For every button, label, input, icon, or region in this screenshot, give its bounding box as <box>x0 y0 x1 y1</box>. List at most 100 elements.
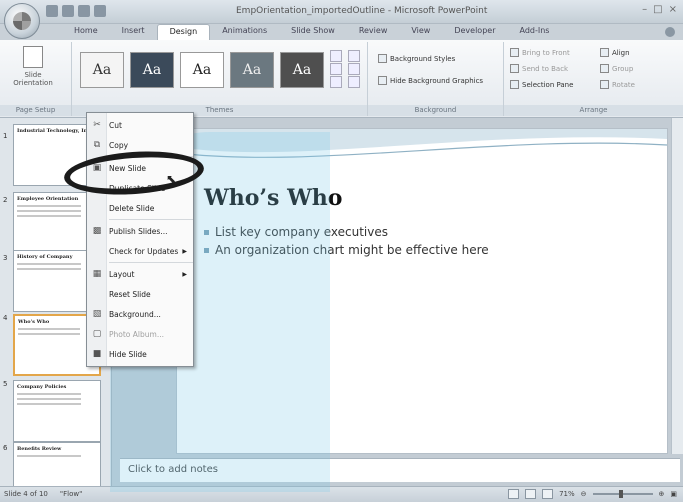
slide-swoosh-decoration <box>177 129 667 158</box>
background-styles-label: Background Styles <box>390 54 456 63</box>
thumbnail-line <box>17 210 81 212</box>
menu-item-label: Photo Album... <box>109 329 164 339</box>
close-icon[interactable]: × <box>669 4 677 15</box>
slide-count: Slide 4 of 10 <box>4 490 48 498</box>
menu-item-label: Delete Slide <box>109 203 155 213</box>
bring-to-front-button[interactable]: Bring to Front <box>510 48 570 57</box>
thumbnail-line <box>17 263 81 265</box>
themes-more[interactable] <box>330 76 342 88</box>
thumbnail-title: Company Policies <box>17 384 67 390</box>
tab-view[interactable]: View <box>399 24 442 40</box>
slide-show-view-icon[interactable] <box>542 489 554 499</box>
context-menu: ✂ Cut ⧉ Copy ▣ New Slide Duplicate Slide De… <box>86 112 194 367</box>
themes-scroll <box>330 50 342 88</box>
arrange-label: Arrange <box>504 105 683 116</box>
theme-2[interactable]: Aa <box>130 52 174 88</box>
thumbnail-line <box>17 205 81 207</box>
slide-orientation-label: Slide Orientation <box>13 71 53 87</box>
align-button[interactable]: Align <box>600 48 630 57</box>
layout-icon: ▦ <box>92 269 102 279</box>
theme-colors-button[interactable] <box>348 50 360 62</box>
theme-4[interactable]: Aa <box>230 52 274 88</box>
status-bar: Slide 4 of 10 "Flow" 71% ⊖ ⊕ ▣ <box>0 486 683 502</box>
help-icon[interactable] <box>665 27 675 37</box>
background-label: Background <box>368 105 503 116</box>
thumbnail-line <box>17 455 81 457</box>
menu-item-check-updates[interactable]: Check for Updates ▶ <box>87 241 193 261</box>
tab-design[interactable]: Design <box>156 24 211 40</box>
menu-item-cut[interactable]: ✂ Cut <box>87 115 193 135</box>
background-group: Background Styles Hide Background Graphi… <box>368 42 504 116</box>
fit-to-window-icon[interactable]: ▣ <box>670 490 677 498</box>
tab-home[interactable]: Home <box>62 24 110 40</box>
menu-item-reset-slide[interactable]: Reset Slide <box>87 284 193 304</box>
submenu-arrow-icon: ▶ <box>182 247 187 255</box>
send-to-back-icon <box>510 64 519 73</box>
theme-office[interactable]: Aa <box>80 52 124 88</box>
menu-item-photo-album[interactable]: ▢ Photo Album... <box>87 324 193 344</box>
theme-effects-button[interactable] <box>348 76 360 88</box>
menu-separator <box>109 262 193 263</box>
notes-pane[interactable]: Click to add notes <box>120 458 680 482</box>
minimize-icon[interactable]: – <box>642 4 647 15</box>
arrange-group: Bring to Front Send to Back Selection Pa… <box>504 42 683 116</box>
group-button[interactable]: Group <box>600 64 633 73</box>
menu-item-hide-slide[interactable]: ■ Hide Slide <box>87 344 193 364</box>
tab-review[interactable]: Review <box>347 24 400 40</box>
thumbnail-line <box>17 403 81 405</box>
tab-developer[interactable]: Developer <box>442 24 507 40</box>
zoom-in-icon[interactable]: ⊕ <box>659 490 665 498</box>
scissors-icon: ✂ <box>93 120 101 130</box>
slide-canvas[interactable]: Who’s Who List key company executives An… <box>176 128 668 454</box>
zoom-slider[interactable] <box>592 490 653 498</box>
tab-slide-show[interactable]: Slide Show <box>279 24 347 40</box>
photo-icon: ▢ <box>92 329 102 339</box>
menu-item-publish-slides[interactable]: ▩ Publish Slides... <box>87 221 193 241</box>
menu-item-layout[interactable]: ▦ Layout ▶ <box>87 264 193 284</box>
vertical-scrollbar[interactable] <box>671 118 683 454</box>
selection-pane-button[interactable]: Selection Pane <box>510 80 573 89</box>
theme-3[interactable]: Aa <box>180 52 224 88</box>
slide-orientation-button[interactable]: Slide Orientation <box>8 46 58 87</box>
thumb-number: 1 <box>3 132 8 140</box>
thumb-number: 4 <box>3 314 8 322</box>
slide-title[interactable]: Who’s Who <box>204 185 342 211</box>
selection-pane-icon <box>510 80 519 89</box>
thumb-number: 3 <box>3 254 8 262</box>
zoom-level[interactable]: 71% <box>559 490 575 498</box>
menu-item-label: Background... <box>109 309 161 319</box>
ribbon-tabs: Home Insert Design Animations Slide Show… <box>0 24 683 40</box>
undo-icon[interactable] <box>62 5 74 17</box>
hide-background-graphics-checkbox[interactable]: Hide Background Graphics <box>378 76 483 85</box>
zoom-out-icon[interactable]: ⊖ <box>581 490 587 498</box>
send-to-back-button[interactable]: Send to Back <box>510 64 568 73</box>
page-setup-group: Slide Orientation Page Setup <box>0 42 72 116</box>
slide-bullets[interactable]: List key company executives An organizat… <box>204 225 489 261</box>
menu-item-delete-slide[interactable]: Delete Slide <box>87 198 193 218</box>
menu-item-label: Reset Slide <box>109 289 151 299</box>
themes-group: Aa Aa Aa Aa Aa Themes <box>72 42 368 116</box>
checkbox-icon <box>378 76 387 85</box>
rotate-button[interactable]: Rotate <box>600 80 635 89</box>
rotate-icon <box>600 80 609 89</box>
office-button[interactable] <box>4 3 40 39</box>
save-icon[interactable] <box>46 5 58 17</box>
theme-fonts-button[interactable] <box>348 63 360 75</box>
slide-thumbnail[interactable]: Company Policies <box>13 380 101 442</box>
normal-view-icon[interactable] <box>508 489 520 499</box>
tab-add-ins[interactable]: Add-Ins <box>508 24 562 40</box>
theme-5[interactable]: Aa <box>280 52 324 88</box>
office-logo-icon <box>13 12 31 30</box>
maximize-icon[interactable]: □ <box>653 4 662 15</box>
tab-animations[interactable]: Animations <box>210 24 279 40</box>
background-styles-button[interactable]: Background Styles <box>378 54 455 63</box>
print-icon[interactable] <box>94 5 106 17</box>
themes-scroll-up[interactable] <box>330 50 342 62</box>
thumbnail-title: Who's Who <box>18 319 50 325</box>
slide-sorter-view-icon[interactable] <box>525 489 537 499</box>
menu-separator <box>109 219 193 220</box>
themes-scroll-down[interactable] <box>330 63 342 75</box>
menu-item-background[interactable]: ▧ Background... <box>87 304 193 324</box>
redo-icon[interactable] <box>78 5 90 17</box>
tab-insert[interactable]: Insert <box>110 24 157 40</box>
